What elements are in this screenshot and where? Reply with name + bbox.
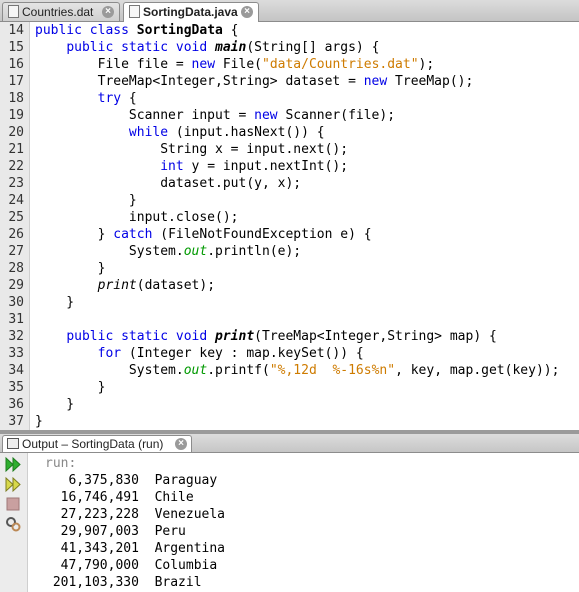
output-window-icon [7, 438, 19, 449]
line-number: 34 [8, 363, 24, 378]
line-number: 27 [8, 244, 24, 259]
output-line: 6,375,830 Paraguay [45, 473, 218, 488]
code-text: public static void print(TreeMap<Integer… [66, 329, 497, 344]
code-text: input.close(); [35, 210, 239, 225]
code-text: } [35, 397, 75, 412]
code-text: public class SortingData { [35, 23, 239, 38]
line-number: 24 [8, 193, 24, 208]
code-text: String x = input.next(); [35, 142, 349, 157]
output-tab-label: Output – SortingData (run) [22, 437, 164, 451]
output-line: 47,790,000 Columbia [45, 558, 218, 573]
rerun-icon[interactable] [4, 456, 22, 473]
line-number: 16 [8, 57, 24, 72]
tab-countries-dat[interactable]: Countries.dat × [2, 2, 120, 21]
line-number: 37 [8, 414, 24, 429]
code-text: System.out.printf("%,12d %-16s%n", key, … [35, 363, 560, 378]
line-number: 29 [8, 278, 24, 293]
close-icon[interactable]: × [175, 438, 187, 450]
code-text: } [35, 380, 106, 395]
code-text: Scanner input = new Scanner(file); [35, 108, 396, 123]
code-editor[interactable]: 14 public class SortingData { 15 public st… [0, 22, 579, 430]
code-text: } [35, 414, 43, 429]
code-text: } [35, 193, 137, 208]
stop-icon[interactable] [4, 496, 22, 513]
output-line: 201,103,330 Brazil [45, 575, 202, 590]
code-text: File file = new File("data/Countries.dat… [35, 57, 435, 72]
line-number: 21 [8, 142, 24, 157]
line-number: 25 [8, 210, 24, 225]
line-number: 30 [8, 295, 24, 310]
line-number: 18 [8, 91, 24, 106]
close-icon[interactable]: × [102, 6, 114, 18]
code-text: for (Integer key : map.keySet()) { [97, 346, 364, 361]
output-tab-bar: Output – SortingData (run) × [0, 434, 579, 453]
run-label: run: [45, 456, 77, 471]
code-text: public static void main(String[] args) { [66, 40, 380, 55]
line-number: 23 [8, 176, 24, 191]
code-text: System.out.println(e); [35, 244, 302, 259]
line-number: 14 [8, 23, 24, 38]
output-panel: run: 6,375,830 Paraguay 16,746,491 Chile… [0, 453, 579, 592]
code-text: int y = input.nextInt(); [160, 159, 349, 174]
tab-output[interactable]: Output – SortingData (run) × [2, 435, 192, 452]
line-number: 33 [8, 346, 24, 361]
line-number: 31 [8, 312, 24, 327]
tab-label: Countries.dat [22, 5, 94, 19]
code-text: while (input.hasNext()) { [128, 125, 325, 140]
rerun-with-options-icon[interactable] [4, 476, 22, 493]
java-file-icon [129, 5, 140, 18]
line-number: 28 [8, 261, 24, 276]
code-text: } [35, 261, 106, 276]
line-number: 32 [8, 329, 24, 344]
code-text: } catch (FileNotFoundException e) { [35, 227, 372, 242]
output-line: 27,223,228 Venezuela [45, 507, 226, 522]
line-number: 20 [8, 125, 24, 140]
line-number: 17 [8, 74, 24, 89]
line-number: 35 [8, 380, 24, 395]
tab-sortingdata-java[interactable]: SortingData.java × [123, 2, 259, 22]
settings-icon[interactable] [4, 516, 22, 533]
code-text: dataset.put(y, x); [35, 176, 302, 191]
line-number: 26 [8, 227, 24, 242]
editor-tab-bar: Countries.dat × SortingData.java × [0, 0, 579, 22]
code-text: } [35, 295, 75, 310]
line-number: 22 [8, 159, 24, 174]
code-text: print(dataset); [97, 278, 216, 293]
code-text: TreeMap<Integer,String> dataset = new Tr… [35, 74, 474, 89]
output-line: 29,907,003 Peru [45, 524, 186, 539]
close-icon[interactable]: × [241, 6, 253, 18]
line-number: 19 [8, 108, 24, 123]
line-number: 36 [8, 397, 24, 412]
file-icon [8, 5, 19, 18]
output-line: 16,746,491 Chile [45, 490, 194, 505]
output-line: 41,343,201 Argentina [45, 541, 226, 556]
tab-label: SortingData.java [143, 5, 238, 19]
line-number: 15 [8, 40, 24, 55]
output-toolbar [0, 453, 28, 592]
code-text: try { [97, 91, 137, 106]
